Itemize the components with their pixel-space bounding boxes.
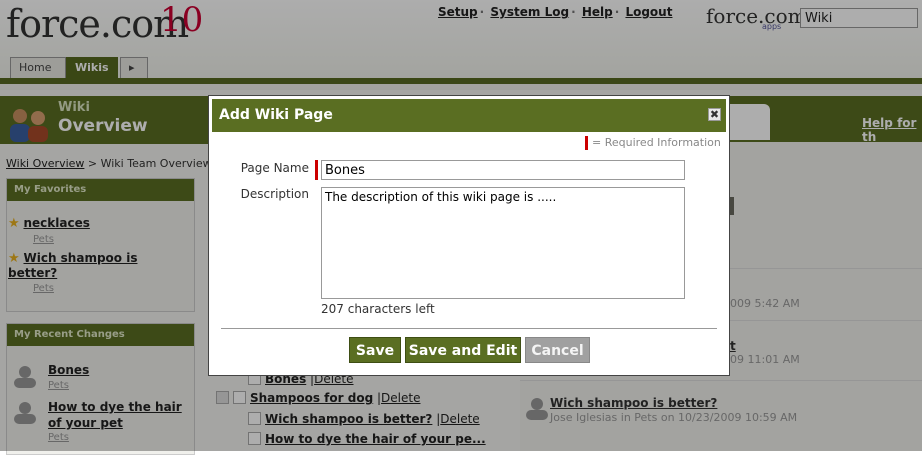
required-marker-icon <box>315 160 318 180</box>
description-textarea[interactable]: The description of this wiki page is ...… <box>321 187 685 299</box>
page-name-input[interactable] <box>321 160 685 180</box>
dialog-header: Add Wiki Page ✖ <box>212 99 726 132</box>
save-button[interactable]: Save <box>349 337 401 363</box>
close-icon[interactable]: ✖ <box>708 108 721 121</box>
save-and-edit-button[interactable]: Save and Edit <box>405 337 521 363</box>
page-name-label: Page Name <box>240 161 309 175</box>
cancel-button[interactable]: Cancel <box>525 337 590 363</box>
description-label: Description <box>240 187 309 201</box>
required-marker-icon <box>585 136 588 150</box>
required-legend: = Required Information <box>592 136 721 149</box>
dialog-title: Add Wiki Page <box>219 107 333 123</box>
characters-left-counter: 207 characters left <box>321 302 435 316</box>
add-wiki-page-dialog: Add Wiki Page ✖ = Required Information P… <box>208 95 730 376</box>
dialog-divider <box>221 328 717 329</box>
